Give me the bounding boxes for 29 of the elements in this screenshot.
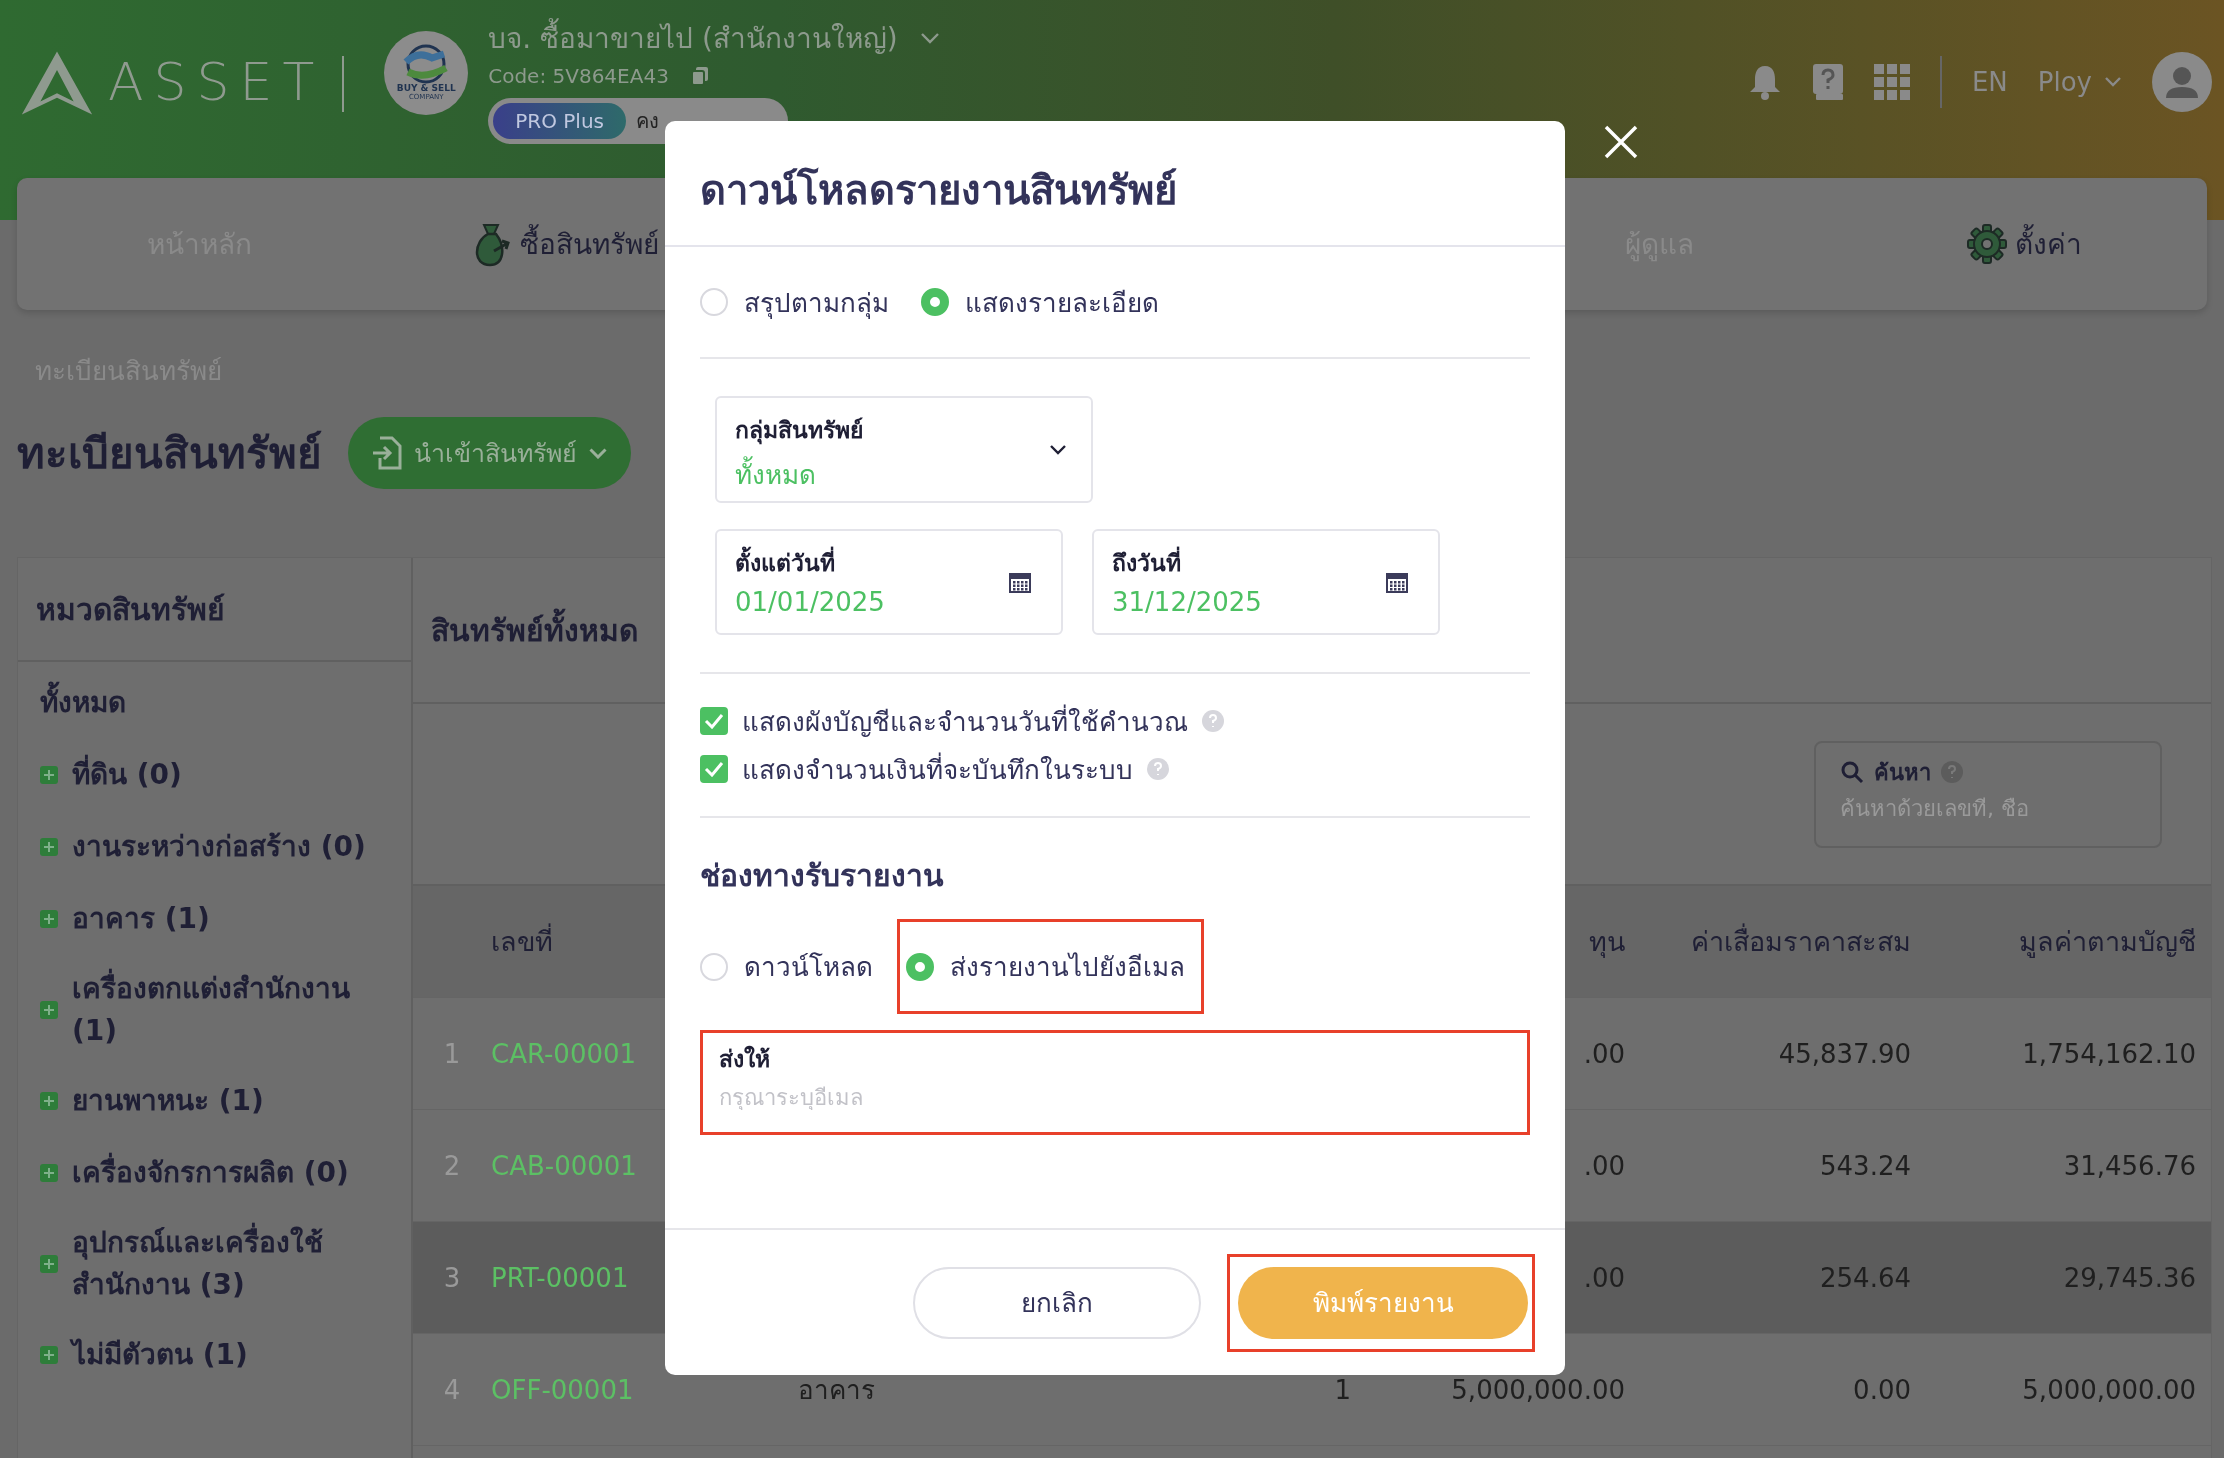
search-label: ค้นหา (1874, 758, 1931, 787)
table-cell: .00 (1583, 1262, 1625, 1293)
page-title: ทะเบียนสินทรัพย์ (17, 428, 322, 480)
table-cell: .00 (1583, 1038, 1625, 1069)
dialog-title: ดาวน์โหลดรายงานสินทรัพย์ (665, 121, 1565, 247)
table-cell: 543.24 (1820, 1150, 1911, 1181)
logo-text: ASSET (108, 52, 325, 112)
table-cell-text: อาคาร (797, 1374, 876, 1407)
row-number: 3 (443, 1262, 461, 1293)
table-cell: 5,000,000.00 (1451, 1374, 1625, 1405)
table-cell: 45,837.90 (1778, 1038, 1911, 1069)
company-code: Code: 5V864EA43 (488, 64, 669, 88)
plan-remaining: คง (636, 108, 659, 135)
field-label: ส่งให้ (719, 1044, 771, 1074)
table-cell: 31,456.76 (2063, 1150, 2196, 1181)
column-header: ทุน (1589, 925, 1625, 960)
table-cell: 29,745.36 (2063, 1262, 2196, 1293)
plan-badge: PRO Plus (493, 103, 626, 139)
section-heading: ช่องทางรับรายงาน (700, 857, 944, 895)
column-header: ค่าเสื่อมราคาสะสม (1691, 920, 1911, 963)
table-cell: 1 (1334, 1374, 1351, 1405)
table-cell: 254.64 (1820, 1262, 1911, 1293)
column-header: มูลค่าตามบัญชี (2019, 925, 2196, 960)
table-cell: 5,000,000.00 (2022, 1374, 2196, 1405)
sidebar-title: หมวดสินทรัพย์ (18, 558, 411, 662)
table-cell: .00 (1583, 1150, 1625, 1181)
company-logo-text: BUY & SELL (396, 84, 456, 94)
table-cell: 0.00 (1853, 1374, 1911, 1405)
table-cell: 1,754,162.10 (2022, 1038, 2196, 1069)
